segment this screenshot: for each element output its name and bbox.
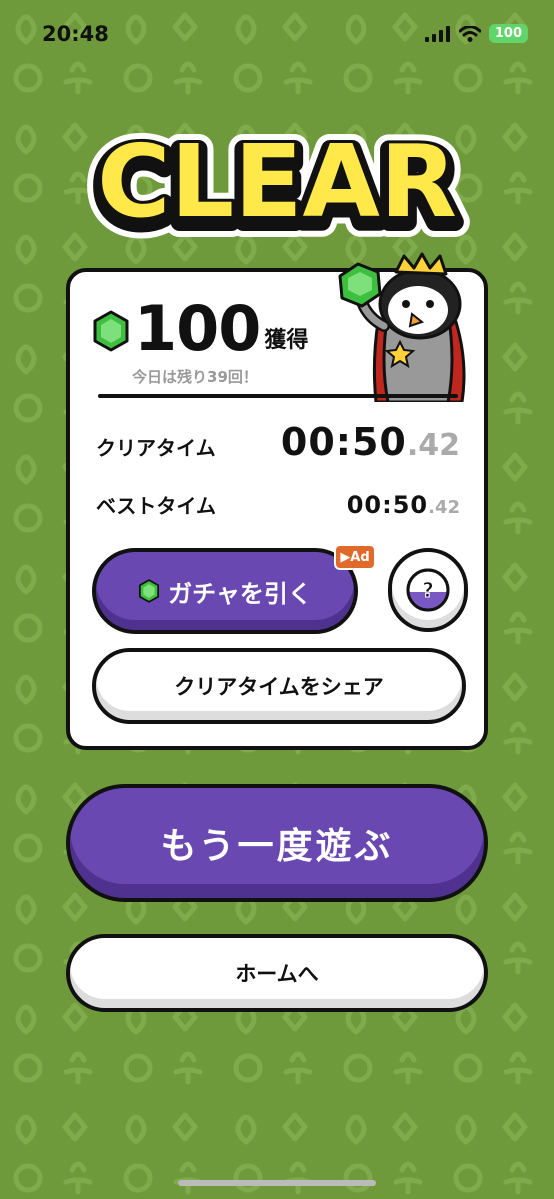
gacha-button-label: ガチャを引く [168, 579, 312, 608]
signal-icon [424, 25, 450, 42]
remaining-count: 今日は残り39回！ [132, 368, 258, 386]
svg-text:CLEAR: CLEAR [97, 126, 457, 240]
status-bar: 20:48 100 [0, 0, 554, 68]
gem-suffix: 獲得 [264, 328, 309, 353]
best-time-ms: .42 [428, 497, 460, 518]
share-clear-time-button[interactable]: クリアタイムをシェア [92, 648, 466, 724]
gem-icon [93, 310, 129, 352]
ad-badge: ▶Ad [334, 544, 376, 570]
status-icons: 100 [424, 24, 528, 43]
gacha-help-button[interactable]: ? [388, 548, 468, 632]
penguin-king-mascot [338, 252, 466, 402]
wifi-icon [458, 25, 481, 42]
gem-amount: 100 [134, 292, 261, 365]
question-icon: ? [406, 568, 450, 612]
gem-reward: 100 獲得 [92, 298, 308, 360]
status-time: 20:48 [42, 22, 109, 46]
best-time-value: 00:50 [346, 491, 429, 519]
home-button[interactable]: ホームへ [66, 934, 488, 1012]
gacha-button[interactable]: ガチャを引く [92, 548, 358, 634]
divider [98, 394, 458, 398]
play-again-button[interactable]: もう一度遊ぶ [66, 784, 488, 902]
clear-time-row: クリアタイム 00:50.42 [96, 420, 460, 464]
clear-title: CLEAR CLEAR CLEAR [82, 126, 472, 246]
clear-time-label: クリアタイム [96, 436, 216, 460]
clear-time-ms: .42 [406, 428, 460, 463]
battery-indicator: 100 [488, 24, 528, 43]
best-time-row: ベストタイム 00:50.42 [96, 490, 460, 519]
best-time-label: ベストタイム [96, 494, 216, 518]
svg-text:?: ? [422, 578, 434, 602]
gem-icon [139, 579, 160, 603]
home-indicator[interactable] [178, 1180, 376, 1186]
clear-time-value: 00:50 [280, 420, 407, 464]
result-card: 100 獲得 今日は残り39回！ クリアタイム 00:50.42 ベストタイム … [66, 252, 488, 750]
